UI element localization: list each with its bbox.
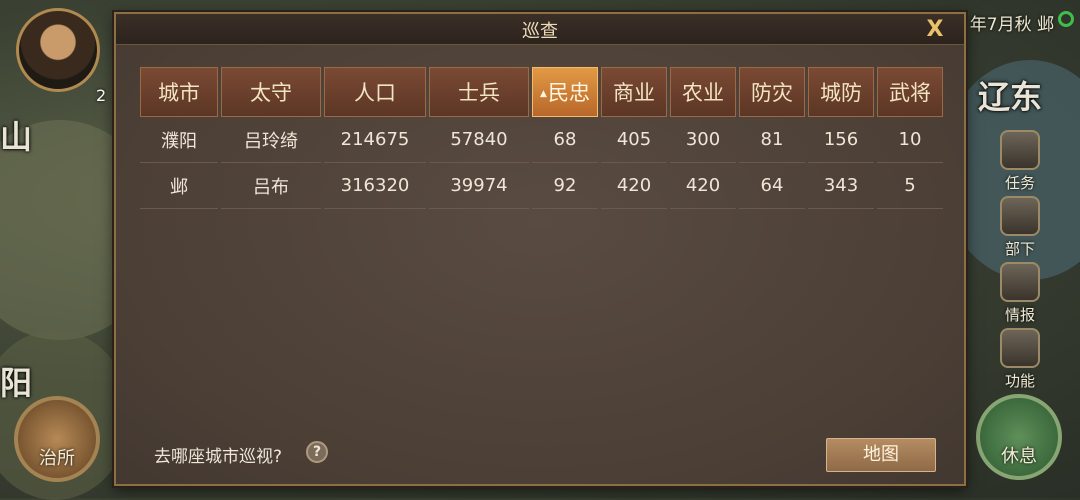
cell-city: 邺 <box>140 163 218 209</box>
cell-commerce: 405 <box>601 117 667 163</box>
cell-defense: 343 <box>808 163 874 209</box>
header-agriculture[interactable]: 农业 <box>670 67 736 117</box>
close-button[interactable]: X <box>922 18 948 42</box>
header-loyalty[interactable]: ▲民忠 <box>532 67 598 117</box>
side-button-label: 情报 <box>1004 306 1035 324</box>
cell-generals: 5 <box>877 163 943 209</box>
dialog-title-bar: 巡查 X <box>116 14 964 45</box>
office-button-label: 治所 <box>39 448 75 469</box>
cell-agriculture: 300 <box>670 117 736 163</box>
map-label-yang: 阳 <box>0 364 33 402</box>
cell-commerce: 420 <box>601 163 667 209</box>
cell-city: 濮阳 <box>140 117 218 163</box>
cell-agriculture: 420 <box>670 163 736 209</box>
scroll-icon <box>1000 130 1040 170</box>
side-button-functions[interactable]: 功能 <box>990 328 1050 398</box>
rest-button[interactable]: 休息 <box>976 394 1062 480</box>
table-row[interactable]: 邺 吕布 316320 39974 92 420 420 64 343 5 <box>140 163 943 209</box>
header-generals[interactable]: 武将 <box>877 67 943 117</box>
table-header-row: 城市 太守 人口 士兵 ▲民忠 商业 农业 防灾 城防 武将 <box>140 67 943 117</box>
cell-generals: 10 <box>877 117 943 163</box>
help-icon[interactable]: ? <box>306 441 328 463</box>
player-level: 2 <box>96 86 107 105</box>
side-button-label: 功能 <box>1004 372 1035 390</box>
cell-defense: 156 <box>808 117 874 163</box>
dialog-title: 巡查 <box>522 21 558 42</box>
cell-population: 316320 <box>324 163 426 209</box>
header-defense[interactable]: 城防 <box>808 67 874 117</box>
city-stats-table: 城市 太守 人口 士兵 ▲民忠 商业 农业 防灾 城防 武将 濮阳 吕玲绮 21… <box>137 67 946 209</box>
header-governor[interactable]: 太守 <box>221 67 321 117</box>
cell-loyalty: 68 <box>532 117 598 163</box>
side-button-label: 任务 <box>1004 174 1035 192</box>
patrol-dialog: 巡查 X 城市 太守 人口 士兵 ▲民忠 商业 农业 防灾 城防 武将 濮阳 吕… <box>114 12 966 486</box>
side-button-label: 部下 <box>1004 240 1035 258</box>
office-button[interactable]: 治所 <box>14 396 100 482</box>
rest-button-label: 休息 <box>1001 446 1037 467</box>
header-population[interactable]: 人口 <box>324 67 426 117</box>
header-loyalty-label: 民忠 <box>547 81 590 105</box>
gear-icon <box>1000 328 1040 368</box>
cell-governor: 吕布 <box>221 163 321 209</box>
header-disaster-prevention[interactable]: 防灾 <box>739 67 805 117</box>
map-label-liaodong: 辽东 <box>978 78 1043 116</box>
cell-soldiers: 57840 <box>429 117 529 163</box>
table-row[interactable]: 濮阳 吕玲绮 214675 57840 68 405 300 81 156 10 <box>140 117 943 163</box>
gate-icon <box>1000 196 1040 236</box>
status-ring-icon <box>1058 11 1074 27</box>
header-city[interactable]: 城市 <box>140 67 218 117</box>
header-soldiers[interactable]: 士兵 <box>429 67 529 117</box>
cell-governor: 吕玲绮 <box>221 117 321 163</box>
patrol-prompt: 去哪座城市巡视? <box>154 447 283 467</box>
cell-population: 214675 <box>324 117 426 163</box>
cell-disaster-prevention: 81 <box>739 117 805 163</box>
cell-loyalty: 92 <box>532 163 598 209</box>
side-button-tasks[interactable]: 任务 <box>990 130 1050 200</box>
cell-soldiers: 39974 <box>429 163 529 209</box>
side-button-intel[interactable]: 情报 <box>990 262 1050 332</box>
side-button-subordinates[interactable]: 部下 <box>990 196 1050 266</box>
player-avatar[interactable] <box>16 8 100 92</box>
map-label-shan: 山 <box>0 118 33 156</box>
cell-disaster-prevention: 64 <box>739 163 805 209</box>
header-commerce[interactable]: 商业 <box>601 67 667 117</box>
sort-indicator-icon: ▲ <box>540 89 547 99</box>
document-icon <box>1000 262 1040 302</box>
map-button[interactable]: 地图 <box>826 438 936 472</box>
date-indicator: 年7月秋 邺 <box>969 15 1054 35</box>
